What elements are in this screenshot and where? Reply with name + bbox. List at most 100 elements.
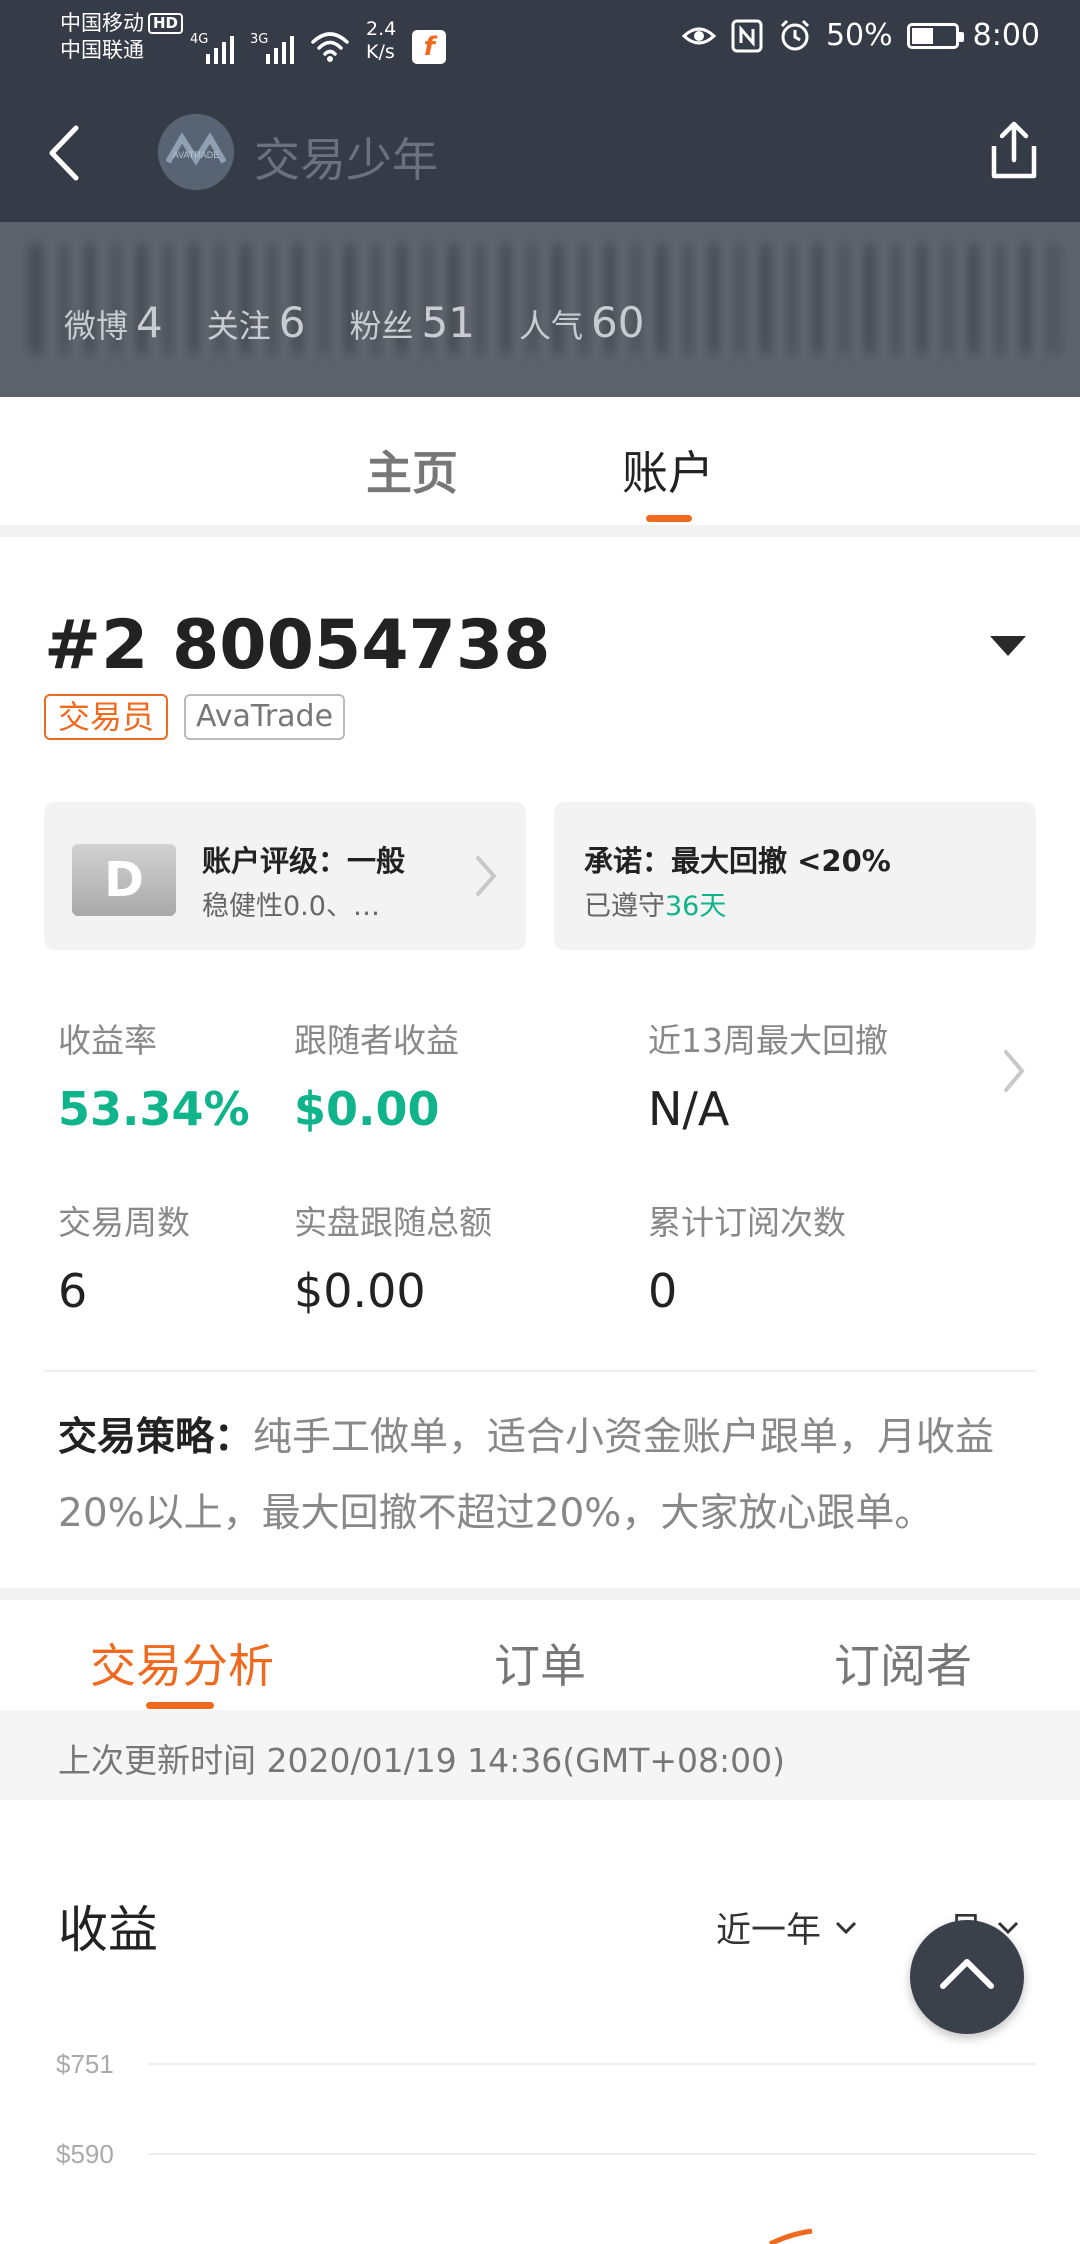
status-bar: 中国移动 HD 中国联通 4G 3G 2.4 K/s f 50% 8:00 bbox=[0, 0, 1080, 80]
profit-title: 收益 bbox=[58, 1901, 158, 1959]
stat-popularity: 人气 60 bbox=[519, 298, 644, 347]
tab-trade-analysis[interactable]: 交易分析 bbox=[90, 1630, 274, 1696]
role-tag: 交易员 bbox=[44, 694, 169, 740]
header-username: 交易少年 bbox=[254, 133, 438, 187]
chevron-right-icon[interactable] bbox=[998, 1046, 1028, 1096]
net-speed-value: 2.4 bbox=[366, 18, 397, 40]
profit-chart: $751 $590 bbox=[56, 2049, 1036, 2244]
avatar[interactable]: AVATRADE bbox=[158, 114, 234, 190]
chart-y-tick-label: $590 bbox=[56, 2139, 114, 2169]
promise-title: 承诺：最大回撤 <20% bbox=[584, 844, 891, 878]
metric-label: 跟随者收益 bbox=[294, 1021, 459, 1060]
metric-label: 实盘跟随总额 bbox=[294, 1203, 492, 1242]
stat-weibo[interactable]: 微博 4 bbox=[64, 298, 163, 347]
metric-subscribe-count: 累计订阅次数 0 bbox=[648, 1196, 846, 1318]
stat-label: 微博 bbox=[64, 307, 129, 345]
status-right: 50% 8:00 bbox=[681, 18, 1040, 53]
avatrade-logo: AVATRADE bbox=[158, 114, 234, 190]
metric-max-drawdown[interactable]: 近13周最大回撤 N/A bbox=[648, 1014, 888, 1136]
net-speed: 2.4 K/s bbox=[366, 18, 396, 64]
metric-label: 累计订阅次数 bbox=[648, 1203, 846, 1242]
section-gap bbox=[0, 525, 1080, 537]
alarm-icon bbox=[780, 19, 809, 50]
battery-percent: 50% bbox=[825, 18, 893, 53]
stat-value: 6 bbox=[278, 298, 306, 347]
back-arrow-icon[interactable] bbox=[36, 118, 92, 188]
rating-card[interactable]: D 账户评级：一般 稳健性0.0、… bbox=[44, 802, 526, 950]
stat-value: 60 bbox=[590, 298, 645, 347]
metric-value: $0.00 bbox=[294, 1082, 440, 1136]
metric-label: 近13周最大回撤 bbox=[648, 1021, 888, 1060]
profile-stats: 微博 4 关注 6 粉丝 51 人气 60 bbox=[64, 298, 644, 347]
metric-value: $0.00 bbox=[294, 1264, 426, 1318]
wifi-icon bbox=[311, 32, 349, 62]
profile-tabs: 主页 账户 bbox=[0, 397, 1080, 525]
signal-3g-label: 3G bbox=[250, 32, 269, 47]
promise-card: 承诺：最大回撤 <20% 已遵守36天 bbox=[554, 802, 1036, 950]
range-dropdown[interactable]: 近一年 bbox=[716, 1902, 857, 1953]
net-speed-unit: K/s bbox=[366, 41, 395, 63]
metric-label: 收益率 bbox=[58, 1021, 157, 1060]
svg-text:AVATRADE: AVATRADE bbox=[173, 150, 220, 160]
signal-3g-icon: 3G bbox=[250, 32, 294, 64]
signal-4g-icon: 4G bbox=[190, 32, 234, 64]
promise-kept: 已遵守36天 bbox=[584, 884, 726, 923]
tab-subscribers[interactable]: 订阅者 bbox=[834, 1630, 972, 1696]
metric-return-rate: 收益率 53.34% bbox=[58, 1014, 250, 1136]
network-indicators: 4G 3G 2.4 K/s f bbox=[190, 18, 447, 64]
share-icon[interactable] bbox=[986, 116, 1042, 184]
stat-fans[interactable]: 粉丝 51 bbox=[350, 298, 475, 347]
metric-value: 6 bbox=[58, 1264, 88, 1318]
metric-follower-profit: 跟随者收益 $0.00 bbox=[294, 1014, 459, 1136]
promise-kept-days: 36天 bbox=[665, 891, 727, 922]
stat-following[interactable]: 关注 6 bbox=[207, 298, 306, 347]
eye-icon bbox=[681, 27, 716, 44]
section-gap bbox=[0, 1588, 1080, 1600]
caret-down-icon[interactable] bbox=[990, 636, 1026, 656]
tab-active-indicator bbox=[146, 1702, 214, 1709]
metric-value: 0 bbox=[648, 1264, 678, 1318]
tab-home[interactable]: 主页 bbox=[366, 437, 458, 503]
tab-orders[interactable]: 订单 bbox=[494, 1630, 586, 1696]
rating-title: 账户评级：一般 bbox=[202, 844, 406, 878]
chevron-up-icon bbox=[940, 1959, 994, 1989]
strategy-text: 交易策略：纯手工做单，适合小资金账户跟单，月收益20%以上，最大回撤不超过20%… bbox=[58, 1400, 1028, 1552]
metric-trade-weeks: 交易周数 6 bbox=[58, 1196, 190, 1318]
stat-value: 51 bbox=[421, 298, 475, 347]
last-update-text: 上次更新时间 2020/01/19 14:36(GMT+08:00) bbox=[58, 1741, 785, 1780]
metric-follow-total: 实盘跟随总额 $0.00 bbox=[294, 1196, 492, 1318]
promise-kept-prefix: 已遵守 bbox=[584, 891, 665, 922]
stat-label: 粉丝 bbox=[349, 307, 414, 345]
battery-icon bbox=[906, 22, 964, 49]
rating-subtitle: 稳健性0.0、… bbox=[202, 891, 380, 922]
signal-4g-label: 4G bbox=[190, 32, 209, 47]
chevron-right-icon bbox=[476, 856, 497, 896]
chart-series-line bbox=[768, 2228, 813, 2244]
update-bar: 上次更新时间 2020/01/19 14:36(GMT+08:00) bbox=[0, 1710, 1080, 1800]
broker-tag: AvaTrade bbox=[184, 694, 346, 740]
nav-header: AVATRADE 交易少年 bbox=[0, 80, 1080, 222]
chevron-down-icon bbox=[835, 1921, 857, 1934]
tab-active-indicator bbox=[646, 515, 692, 522]
stat-label: 关注 bbox=[206, 307, 271, 345]
hd-badge: HD bbox=[148, 13, 184, 34]
account-number: #2 80054738 bbox=[44, 606, 551, 685]
nfc-icon bbox=[731, 19, 763, 52]
clock: 8:00 bbox=[972, 18, 1040, 53]
analysis-tabs: 交易分析 订单 订阅者 bbox=[0, 1600, 1080, 1710]
profile-banner: 微博 4 关注 6 粉丝 51 人气 60 bbox=[0, 222, 1080, 397]
strategy-label: 交易策略： bbox=[58, 1415, 254, 1460]
tab-account[interactable]: 账户 bbox=[622, 437, 714, 503]
divider bbox=[44, 1370, 1036, 1372]
metric-value: N/A bbox=[648, 1082, 730, 1136]
carrier-info: 中国移动 HD 中国联通 bbox=[60, 10, 184, 64]
metric-value: 53.34% bbox=[58, 1082, 250, 1136]
grade-badge: D bbox=[72, 844, 176, 916]
carrier-2: 中国联通 bbox=[60, 38, 144, 62]
stat-label: 人气 bbox=[518, 307, 583, 345]
scroll-top-button[interactable] bbox=[910, 1920, 1024, 2034]
metric-label: 交易周数 bbox=[58, 1203, 190, 1242]
chart-y-tick-label: $751 bbox=[56, 2049, 114, 2079]
stat-value: 4 bbox=[136, 298, 163, 347]
app-notification-icon: f bbox=[412, 30, 447, 64]
